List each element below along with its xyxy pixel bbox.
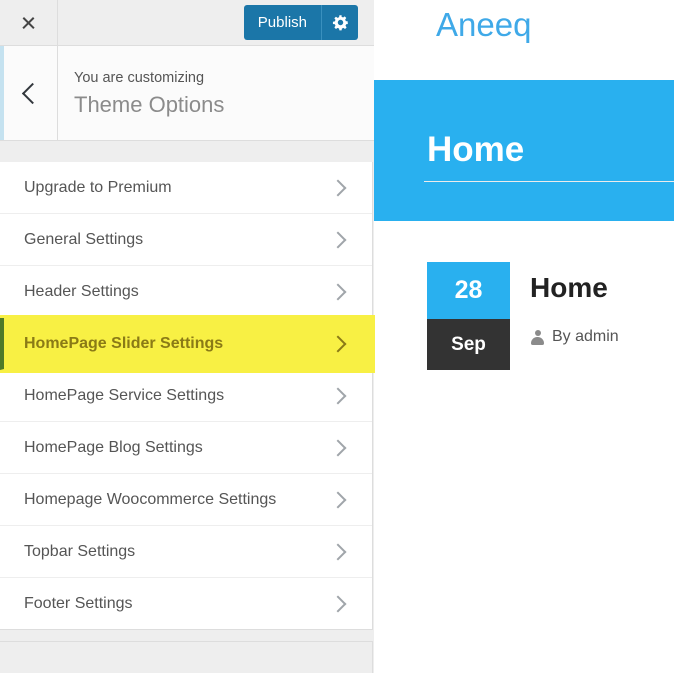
chevron-right-icon [329,387,347,404]
back-button[interactable] [4,46,58,140]
gear-icon [332,15,348,31]
close-customizer-button[interactable] [0,0,58,45]
chevron-right-icon [329,439,347,456]
menu-item[interactable]: Header Settings [0,266,372,318]
panel-header-text: You are customizing Theme Options [74,70,224,120]
publish-button-group: Publish [243,5,358,40]
menu-item-label: Topbar Settings [24,542,136,560]
post-title: Home [530,272,608,303]
publish-settings-button[interactable] [321,5,358,40]
customizer-sidebar: Publish You are customizing Theme Option… [0,0,374,673]
customizer-topbar: Publish [0,0,374,46]
chevron-right-icon [329,491,347,508]
page-banner: Home [374,80,674,221]
post-date-badge: 28 Sep [427,262,510,370]
page-banner-title: Home [427,130,525,169]
menu-item[interactable]: HomePage Blog Settings [0,422,372,474]
post-date-month: Sep [427,319,510,370]
menu-item-label: Homepage Woocommerce Settings [24,490,277,508]
theme-preview-pane: Aneeq Home 28 Sep Home By admin [374,0,674,673]
chevron-right-icon [329,283,347,300]
customizing-label: You are customizing [74,70,205,86]
user-icon [530,329,545,345]
site-title: Aneeq [436,6,532,43]
post-date-day: 28 [427,262,510,319]
close-icon [21,15,36,30]
menu-item[interactable]: Topbar Settings [0,526,372,578]
chevron-left-icon [21,82,44,104]
customizer-footer [0,641,373,673]
post-byline: By admin [552,328,619,345]
menu-item[interactable]: HomePage Service Settings [0,370,372,422]
menu-item-label: General Settings [24,230,144,248]
menu-item-label: HomePage Blog Settings [24,438,203,456]
menu-item[interactable]: Footer Settings [0,578,372,630]
panel-title: Theme Options [74,92,225,118]
post-meta: By admin [530,328,619,346]
chevron-right-icon [329,335,347,352]
customizer-menu-list: Upgrade to Premium General Settings Header… [0,162,373,630]
preview-divider [424,181,674,182]
chevron-right-icon [329,595,347,612]
menu-top-gap [0,141,374,162]
menu-item-label: HomePage Service Settings [24,386,225,404]
menu-item[interactable]: Homepage Woocommerce Settings [0,474,372,526]
menu-item[interactable]: Upgrade to Premium [0,162,372,214]
menu-item-label: Header Settings [24,282,139,300]
menu-item-label: Upgrade to Premium [24,178,172,196]
menu-item-label: HomePage Slider Settings [24,334,224,352]
menu-item-label: Footer Settings [24,594,133,612]
chevron-right-icon [329,543,347,560]
menu-item[interactable]: HomePage Slider Settings [0,318,372,370]
menu-item[interactable]: General Settings [0,214,372,266]
customizer-panel-header: You are customizing Theme Options [0,46,374,141]
chevron-right-icon [329,231,347,248]
publish-button[interactable]: Publish [243,5,321,40]
chevron-right-icon [329,179,347,196]
